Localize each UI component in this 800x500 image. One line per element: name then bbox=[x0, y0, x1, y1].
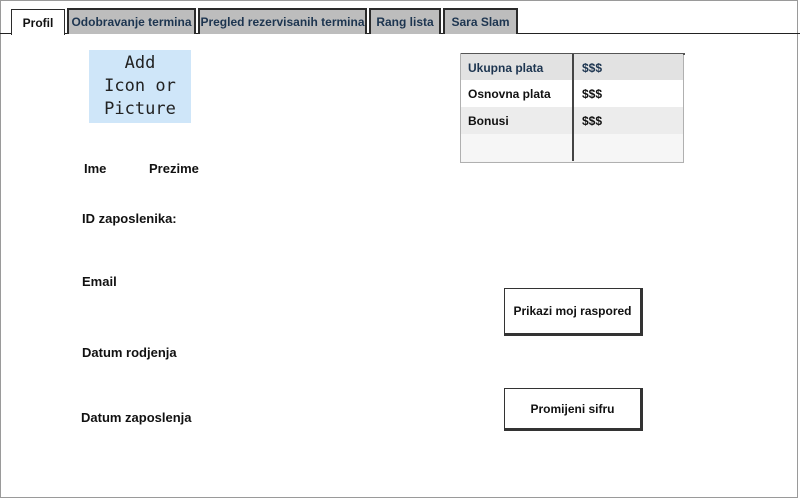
empty-cell bbox=[572, 134, 683, 161]
salary-table-header-row: Ukupna plata $$$ bbox=[461, 54, 683, 82]
change-password-button[interactable]: Promijeni sifru bbox=[504, 388, 643, 431]
tab-profil[interactable]: Profil bbox=[11, 9, 65, 35]
base-salary-value: $$$ bbox=[572, 80, 683, 107]
total-salary-value: $$$ bbox=[572, 54, 683, 81]
empty-cell bbox=[461, 134, 572, 161]
last-name-label: Prezime bbox=[149, 161, 199, 176]
tab-user-sara-slam[interactable]: Sara Slam bbox=[443, 8, 518, 34]
first-name-label: Ime bbox=[84, 161, 107, 176]
avatar-placeholder[interactable]: Add Icon or Picture bbox=[89, 50, 191, 123]
table-row: Osnovna plata $$$ bbox=[461, 80, 683, 107]
bonus-value: $$$ bbox=[572, 107, 683, 134]
base-salary-label: Osnovna plata bbox=[468, 86, 551, 101]
total-salary-label: Ukupna plata bbox=[468, 60, 544, 75]
tab-bar: Profil Odobravanje termina Pregled rezer… bbox=[0, 0, 800, 35]
employment-date-label: Datum zaposlenja bbox=[81, 410, 192, 425]
show-schedule-button[interactable]: Prikazi moj raspored bbox=[504, 288, 643, 336]
table-row bbox=[461, 134, 683, 161]
employee-id-label: ID zaposlenika: bbox=[82, 211, 177, 226]
bonus-label: Bonusi bbox=[468, 113, 509, 128]
email-label: Email bbox=[82, 274, 117, 289]
birth-date-label: Datum rodjenja bbox=[82, 345, 177, 360]
tab-pregled-rezervisanih-termina[interactable]: Pregled rezervisanih termina bbox=[198, 8, 367, 34]
tab-odobravanje-termina[interactable]: Odobravanje termina bbox=[67, 8, 196, 34]
table-row: Bonusi $$$ bbox=[461, 107, 683, 134]
tab-rang-lista[interactable]: Rang lista bbox=[369, 8, 441, 34]
salary-table: Ukupna plata $$$ Osnovna plata $$$ Bonus… bbox=[460, 53, 685, 163]
